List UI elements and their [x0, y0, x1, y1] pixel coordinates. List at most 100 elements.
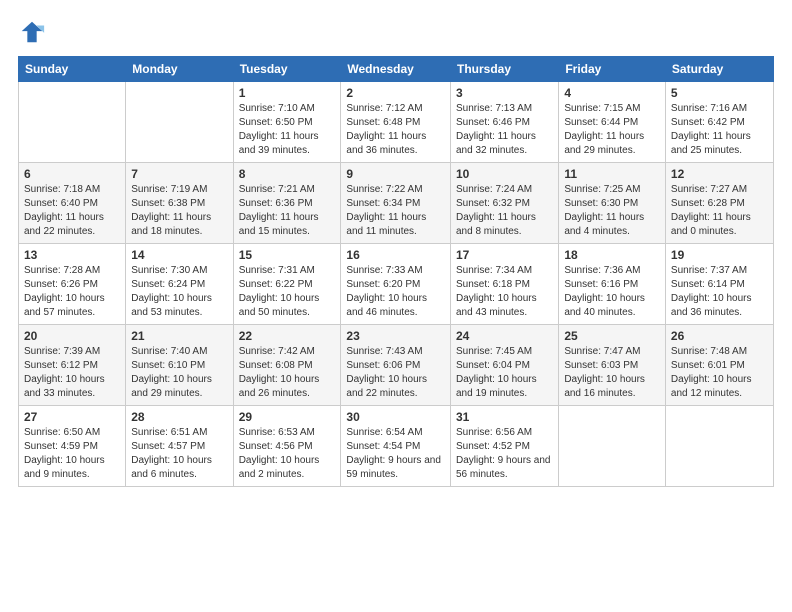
header-row: SundayMondayTuesdayWednesdayThursdayFrid…: [19, 57, 774, 82]
day-number: 5: [671, 86, 768, 100]
day-detail: Sunrise: 7:10 AM Sunset: 6:50 PM Dayligh…: [239, 102, 336, 158]
day-number: 26: [671, 329, 768, 343]
day-detail: Sunrise: 7:39 AM Sunset: 6:12 PM Dayligh…: [24, 345, 120, 401]
day-number: 6: [24, 167, 120, 181]
weekday-header: Sunday: [19, 57, 126, 82]
calendar-cell: 7Sunrise: 7:19 AM Sunset: 6:38 PM Daylig…: [126, 163, 233, 244]
calendar-cell: 9Sunrise: 7:22 AM Sunset: 6:34 PM Daylig…: [341, 163, 451, 244]
day-detail: Sunrise: 7:28 AM Sunset: 6:26 PM Dayligh…: [24, 264, 120, 320]
day-number: 18: [564, 248, 660, 262]
calendar-cell: 8 Sunrise: 7:21 AM Sunset: 6:36 PM Daylig…: [233, 163, 341, 244]
calendar-cell: [126, 82, 233, 163]
calendar-cell: [19, 82, 126, 163]
calendar-cell: 14Sunrise: 7:30 AM Sunset: 6:24 PM Dayli…: [126, 244, 233, 325]
day-number: 29: [239, 410, 336, 424]
calendar-cell: 22 Sunrise: 7:42 AM Sunset: 6:08 PM Dayli…: [233, 325, 341, 406]
calendar-cell: 1Sunrise: 7:10 AM Sunset: 6:50 PM Daylig…: [233, 82, 341, 163]
weekday-header: Thursday: [450, 57, 558, 82]
calendar-week-row: 20 Sunrise: 7:39 AM Sunset: 6:12 PM Dayli…: [19, 325, 774, 406]
day-detail: Sunrise: 7:25 AM Sunset: 6:30 PM Dayligh…: [564, 183, 660, 239]
day-number: 14: [131, 248, 227, 262]
day-detail: Sunrise: 7:34 AM Sunset: 6:18 PM Dayligh…: [456, 264, 553, 320]
day-detail: Sunrise: 6:51 AM Sunset: 4:57 PM Dayligh…: [131, 426, 227, 482]
calendar-cell: 28 Sunrise: 6:51 AM Sunset: 4:57 PM Dayli…: [126, 406, 233, 487]
calendar-cell: 30 Sunrise: 6:54 AM Sunset: 4:54 PM Dayli…: [341, 406, 451, 487]
day-detail: Sunrise: 7:18 AM Sunset: 6:40 PM Dayligh…: [24, 183, 120, 239]
day-number: 17: [456, 248, 553, 262]
day-number: 28: [131, 410, 227, 424]
weekday-header: Wednesday: [341, 57, 451, 82]
day-detail: Sunrise: 7:33 AM Sunset: 6:20 PM Dayligh…: [346, 264, 445, 320]
day-detail: Sunrise: 7:21 AM Sunset: 6:36 PM Dayligh…: [239, 183, 336, 239]
day-number: 24: [456, 329, 553, 343]
logo-icon: [18, 18, 46, 46]
day-number: 3: [456, 86, 553, 100]
calendar-cell: 4Sunrise: 7:15 AM Sunset: 6:44 PM Daylig…: [559, 82, 666, 163]
header: [18, 18, 774, 46]
day-detail: Sunrise: 7:12 AM Sunset: 6:48 PM Dayligh…: [346, 102, 445, 158]
day-number: 31: [456, 410, 553, 424]
calendar-cell: 15 Sunrise: 7:31 AM Sunset: 6:22 PM Dayli…: [233, 244, 341, 325]
day-number: 30: [346, 410, 445, 424]
day-detail: Sunrise: 7:15 AM Sunset: 6:44 PM Dayligh…: [564, 102, 660, 158]
calendar-week-row: 27 Sunrise: 6:50 AM Sunset: 4:59 PM Dayli…: [19, 406, 774, 487]
calendar-cell: 23 Sunrise: 7:43 AM Sunset: 6:06 PM Dayli…: [341, 325, 451, 406]
calendar-cell: 12 Sunrise: 7:27 AM Sunset: 6:28 PM Dayli…: [665, 163, 773, 244]
day-detail: Sunrise: 7:40 AM Sunset: 6:10 PM Dayligh…: [131, 345, 227, 401]
calendar-week-row: 13 Sunrise: 7:28 AM Sunset: 6:26 PM Dayli…: [19, 244, 774, 325]
calendar-cell: 20 Sunrise: 7:39 AM Sunset: 6:12 PM Dayli…: [19, 325, 126, 406]
calendar-table: SundayMondayTuesdayWednesdayThursdayFrid…: [18, 56, 774, 487]
day-detail: Sunrise: 7:31 AM Sunset: 6:22 PM Dayligh…: [239, 264, 336, 320]
day-number: 23: [346, 329, 445, 343]
calendar-cell: 19 Sunrise: 7:37 AM Sunset: 6:14 PM Dayli…: [665, 244, 773, 325]
calendar-cell: 26 Sunrise: 7:48 AM Sunset: 6:01 PM Dayli…: [665, 325, 773, 406]
day-detail: Sunrise: 7:36 AM Sunset: 6:16 PM Dayligh…: [564, 264, 660, 320]
day-number: 27: [24, 410, 120, 424]
day-number: 12: [671, 167, 768, 181]
day-number: 16: [346, 248, 445, 262]
day-number: 10: [456, 167, 553, 181]
calendar-cell: 10Sunrise: 7:24 AM Sunset: 6:32 PM Dayli…: [450, 163, 558, 244]
calendar-cell: 17 Sunrise: 7:34 AM Sunset: 6:18 PM Dayli…: [450, 244, 558, 325]
day-number: 2: [346, 86, 445, 100]
calendar-cell: 2 Sunrise: 7:12 AM Sunset: 6:48 PM Daylig…: [341, 82, 451, 163]
calendar-cell: 11 Sunrise: 7:25 AM Sunset: 6:30 PM Dayli…: [559, 163, 666, 244]
calendar-cell: 6 Sunrise: 7:18 AM Sunset: 6:40 PM Daylig…: [19, 163, 126, 244]
calendar-week-row: 6 Sunrise: 7:18 AM Sunset: 6:40 PM Daylig…: [19, 163, 774, 244]
day-detail: Sunrise: 7:37 AM Sunset: 6:14 PM Dayligh…: [671, 264, 768, 320]
logo: [18, 18, 48, 46]
day-number: 8: [239, 167, 336, 181]
calendar-cell: 29 Sunrise: 6:53 AM Sunset: 4:56 PM Dayli…: [233, 406, 341, 487]
day-detail: Sunrise: 6:53 AM Sunset: 4:56 PM Dayligh…: [239, 426, 336, 482]
day-detail: Sunrise: 6:50 AM Sunset: 4:59 PM Dayligh…: [24, 426, 120, 482]
day-detail: Sunrise: 7:47 AM Sunset: 6:03 PM Dayligh…: [564, 345, 660, 401]
calendar-cell: 24 Sunrise: 7:45 AM Sunset: 6:04 PM Dayli…: [450, 325, 558, 406]
weekday-header: Monday: [126, 57, 233, 82]
day-number: 22: [239, 329, 336, 343]
page: SundayMondayTuesdayWednesdayThursdayFrid…: [0, 0, 792, 612]
day-detail: Sunrise: 7:27 AM Sunset: 6:28 PM Dayligh…: [671, 183, 768, 239]
day-detail: Sunrise: 7:42 AM Sunset: 6:08 PM Dayligh…: [239, 345, 336, 401]
calendar-cell: 31Sunrise: 6:56 AM Sunset: 4:52 PM Dayli…: [450, 406, 558, 487]
day-number: 11: [564, 167, 660, 181]
weekday-header: Saturday: [665, 57, 773, 82]
day-number: 15: [239, 248, 336, 262]
day-detail: Sunrise: 7:43 AM Sunset: 6:06 PM Dayligh…: [346, 345, 445, 401]
day-detail: Sunrise: 7:45 AM Sunset: 6:04 PM Dayligh…: [456, 345, 553, 401]
calendar-cell: 5 Sunrise: 7:16 AM Sunset: 6:42 PM Daylig…: [665, 82, 773, 163]
day-number: 25: [564, 329, 660, 343]
calendar-cell: 3 Sunrise: 7:13 AM Sunset: 6:46 PM Daylig…: [450, 82, 558, 163]
calendar-cell: 21 Sunrise: 7:40 AM Sunset: 6:10 PM Dayli…: [126, 325, 233, 406]
day-detail: Sunrise: 7:48 AM Sunset: 6:01 PM Dayligh…: [671, 345, 768, 401]
calendar-cell: 16 Sunrise: 7:33 AM Sunset: 6:20 PM Dayli…: [341, 244, 451, 325]
day-number: 19: [671, 248, 768, 262]
day-number: 21: [131, 329, 227, 343]
day-detail: Sunrise: 6:54 AM Sunset: 4:54 PM Dayligh…: [346, 426, 445, 482]
day-detail: Sunrise: 7:19 AM Sunset: 6:38 PM Dayligh…: [131, 183, 227, 239]
day-number: 20: [24, 329, 120, 343]
day-detail: Sunrise: 7:22 AM Sunset: 6:34 PM Dayligh…: [346, 183, 445, 239]
day-detail: Sunrise: 7:16 AM Sunset: 6:42 PM Dayligh…: [671, 102, 768, 158]
day-number: 13: [24, 248, 120, 262]
calendar-cell: 18 Sunrise: 7:36 AM Sunset: 6:16 PM Dayli…: [559, 244, 666, 325]
day-detail: Sunrise: 7:13 AM Sunset: 6:46 PM Dayligh…: [456, 102, 553, 158]
